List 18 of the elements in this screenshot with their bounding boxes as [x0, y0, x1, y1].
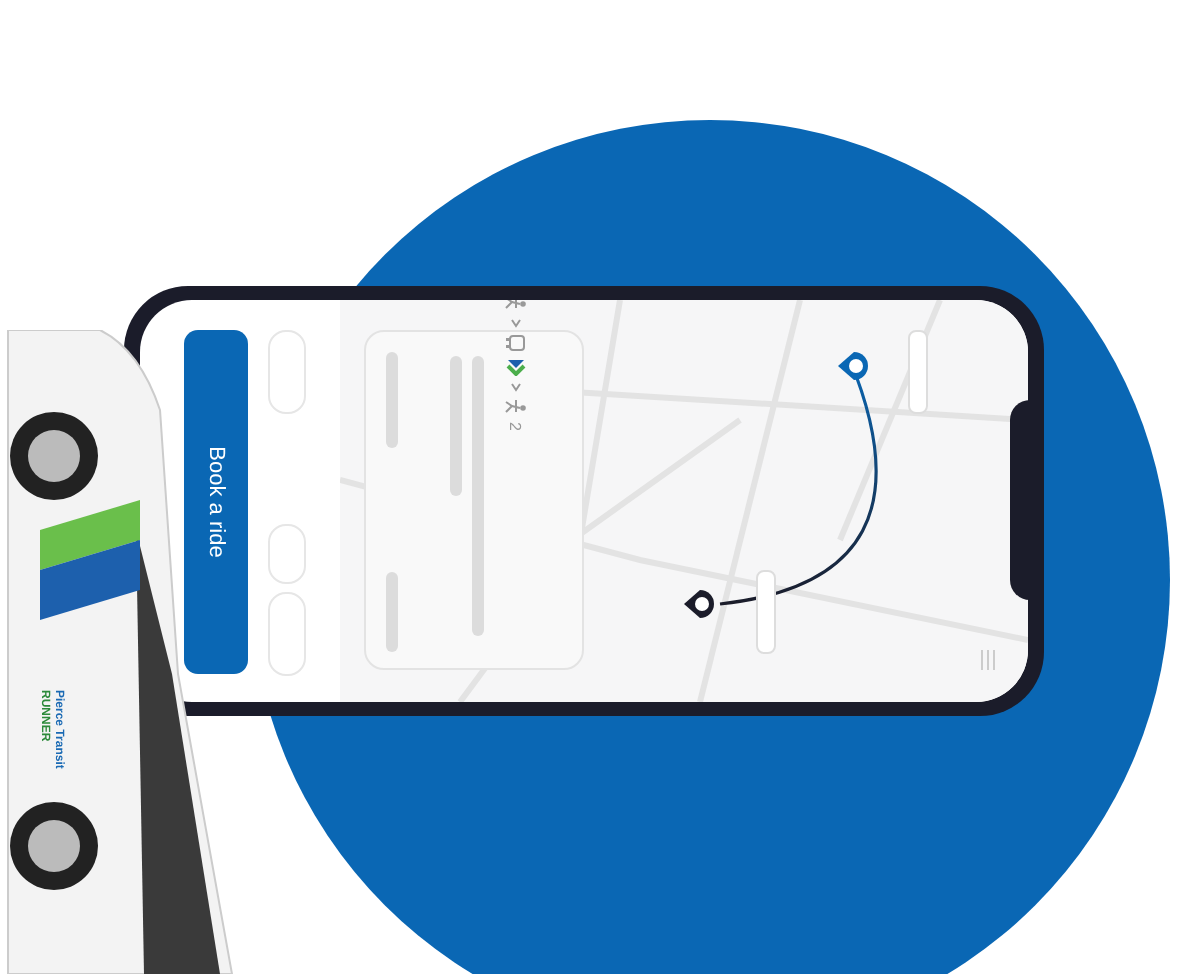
placeholder-bar [450, 356, 462, 496]
transfer-count: 2 [507, 422, 525, 431]
bus-icon [506, 334, 526, 352]
chevron-icon [510, 382, 522, 392]
menu-handle-icon [980, 650, 996, 670]
pickup-pin-icon [834, 346, 874, 386]
dropoff-label [756, 570, 776, 654]
chevron-icon [510, 318, 522, 328]
walking-person-icon [505, 398, 527, 416]
placeholder-bar [386, 572, 398, 652]
placeholder-bar [386, 352, 398, 448]
book-a-ride-button[interactable]: Book a ride [184, 330, 248, 674]
option-button[interactable] [268, 592, 306, 676]
option-button[interactable] [268, 524, 306, 584]
option-button[interactable] [268, 330, 306, 414]
dropoff-pin-icon [680, 584, 720, 624]
pickup-label [908, 330, 928, 414]
transit-logo-icon [506, 358, 526, 376]
